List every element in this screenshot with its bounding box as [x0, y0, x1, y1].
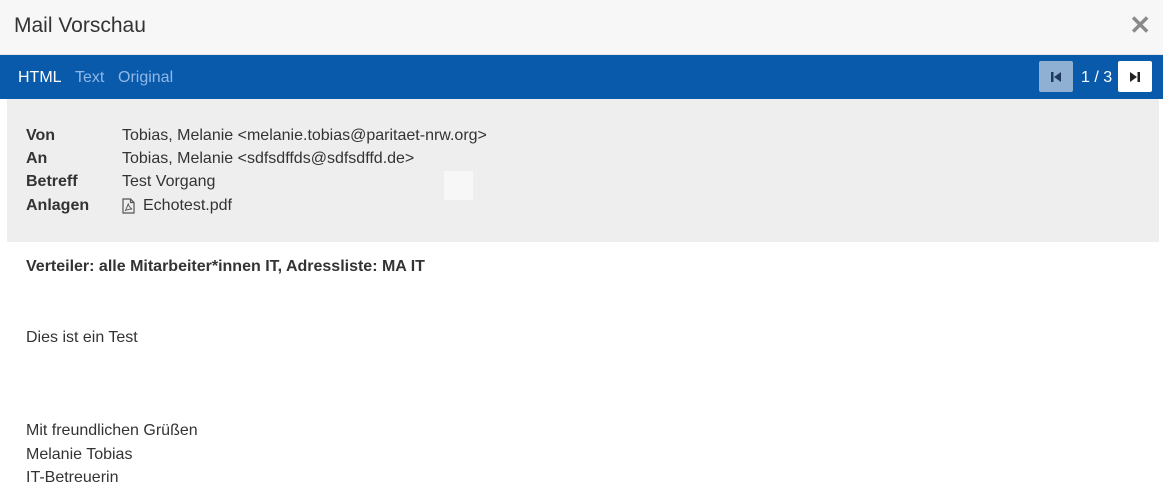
view-toolbar: HTML Text Original 1 / 3 [0, 55, 1163, 99]
pdf-file-icon [122, 198, 135, 214]
attachment-name: Echotest.pdf [143, 197, 232, 214]
from-label: Von [26, 127, 56, 144]
distribution-line: Verteiler: alle Mitarbeiter*innen IT, Ad… [26, 258, 425, 275]
mail-header: Von Tobias, Melanie <melanie.tobias@pari… [7, 99, 1159, 242]
body-text: Dies ist ein Test [26, 329, 138, 346]
skip-forward-icon [1130, 71, 1140, 82]
dialog-header: Mail Vorschau ✕ [0, 0, 1163, 55]
next-mail-button[interactable] [1118, 61, 1152, 92]
greeting-line: Mit freundlichen Grüßen [26, 422, 198, 439]
previous-mail-button[interactable] [1039, 61, 1073, 92]
attachment-link[interactable]: Echotest.pdf [122, 196, 232, 216]
skip-back-icon [1051, 71, 1061, 82]
subject-value: Test Vorgang [122, 173, 216, 190]
signature-role: IT-Betreuerin [26, 469, 119, 486]
tab-original[interactable]: Original [118, 69, 173, 87]
tab-text[interactable]: Text [75, 69, 104, 87]
from-value: Tobias, Melanie <melanie.tobias@paritaet… [122, 127, 487, 144]
subject-label: Betreff [26, 173, 78, 190]
to-value: Tobias, Melanie <sdfsdffds@sdfsdffd.de> [122, 150, 415, 167]
close-icon[interactable]: ✕ [1129, 10, 1151, 40]
signature-name: Melanie Tobias [26, 446, 133, 463]
dialog-title: Mail Vorschau [14, 14, 146, 37]
pager-label: 1 / 3 [1081, 69, 1113, 86]
attachments-label: Anlagen [26, 197, 90, 214]
image-placeholder [444, 171, 473, 200]
to-label: An [26, 150, 48, 167]
tab-html[interactable]: HTML [18, 69, 62, 87]
